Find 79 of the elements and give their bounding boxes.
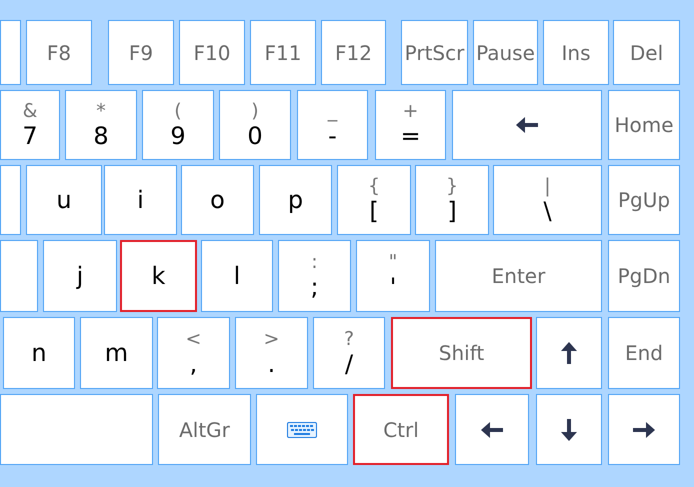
key[interactable]: * 8 [65, 90, 137, 160]
shift-character: { [368, 176, 380, 196]
key[interactable]: " ' [356, 240, 430, 312]
key-character: / [344, 351, 354, 377]
key[interactable]: Enter [435, 240, 602, 312]
key[interactable]: u [26, 165, 102, 235]
key-character: 9 [170, 123, 186, 149]
key[interactable] [0, 240, 38, 312]
key[interactable]: : ; [278, 240, 351, 312]
shift-character: & [22, 101, 38, 121]
down-arrow-key[interactable] [536, 394, 602, 465]
key[interactable]: Ctrl [353, 394, 449, 465]
left-arrow-key[interactable] [455, 394, 529, 465]
key-character: ] [447, 198, 457, 224]
shift-character: ? [344, 329, 354, 349]
key-character: . [268, 351, 276, 377]
key[interactable]: < , [157, 317, 230, 389]
key-character: - [328, 123, 337, 149]
key[interactable]: ? / [313, 317, 385, 389]
key[interactable]: Shift [391, 317, 532, 389]
shift-character: " [388, 252, 398, 272]
keyboard-key[interactable] [256, 394, 348, 465]
key[interactable]: ( 9 [142, 90, 214, 160]
backspace-key[interactable] [452, 90, 602, 160]
shift-character: ( [174, 101, 182, 121]
key[interactable]: Home [608, 90, 680, 160]
shift-character: ) [251, 101, 259, 121]
key-character: \ [543, 198, 552, 224]
shift-character: | [544, 176, 551, 196]
shift-character: + [402, 101, 418, 121]
key[interactable]: End [608, 317, 680, 389]
up-arrow-key[interactable] [536, 317, 602, 389]
keyboard-icon [287, 422, 317, 438]
key[interactable]: + = [375, 90, 446, 160]
key[interactable] [0, 394, 153, 465]
key[interactable]: & 7 [0, 90, 60, 160]
key[interactable]: F8 [26, 20, 92, 85]
key[interactable]: | \ [493, 165, 602, 235]
key[interactable]: F12 [321, 20, 386, 85]
shift-character: : [311, 252, 318, 272]
key[interactable]: j [43, 240, 117, 312]
key-character: ' [390, 274, 396, 300]
shift-character: * [96, 101, 106, 121]
key-character: 0 [247, 123, 263, 149]
key[interactable]: PgUp [608, 165, 680, 235]
key-character: , [190, 351, 198, 377]
key[interactable]: i [104, 165, 177, 235]
key[interactable]: l [201, 240, 273, 312]
key[interactable]: F11 [250, 20, 316, 85]
key[interactable]: PgDn [608, 240, 680, 312]
key[interactable]: Pause [473, 20, 538, 85]
key[interactable]: F10 [179, 20, 245, 85]
key[interactable]: p [259, 165, 332, 235]
key[interactable]: Ins [543, 20, 609, 85]
key[interactable]: > . [235, 317, 308, 389]
key-character: [ [369, 198, 379, 224]
key-character: 8 [93, 123, 109, 149]
key[interactable]: m [80, 317, 153, 389]
key[interactable]: PrtScr [401, 20, 468, 85]
key[interactable]: k [120, 240, 197, 312]
key[interactable]: n [3, 317, 75, 389]
key[interactable] [0, 20, 21, 85]
key-character: ; [310, 274, 319, 300]
key[interactable]: F9 [108, 20, 174, 85]
shift-character: < [186, 329, 202, 349]
shift-character: } [446, 176, 458, 196]
shift-character: > [264, 329, 280, 349]
key-character: 7 [22, 123, 38, 149]
key[interactable]: o [181, 165, 254, 235]
key[interactable]: { [ [337, 165, 411, 235]
shift-character: _ [328, 101, 338, 121]
key[interactable]: ) 0 [219, 90, 291, 160]
key[interactable]: Del [613, 20, 680, 85]
key[interactable]: AltGr [158, 394, 251, 465]
key[interactable]: _ - [297, 90, 368, 160]
key[interactable] [0, 165, 21, 235]
key-character: = [400, 123, 421, 149]
right-arrow-key[interactable] [608, 394, 680, 465]
key[interactable]: } ] [415, 165, 489, 235]
